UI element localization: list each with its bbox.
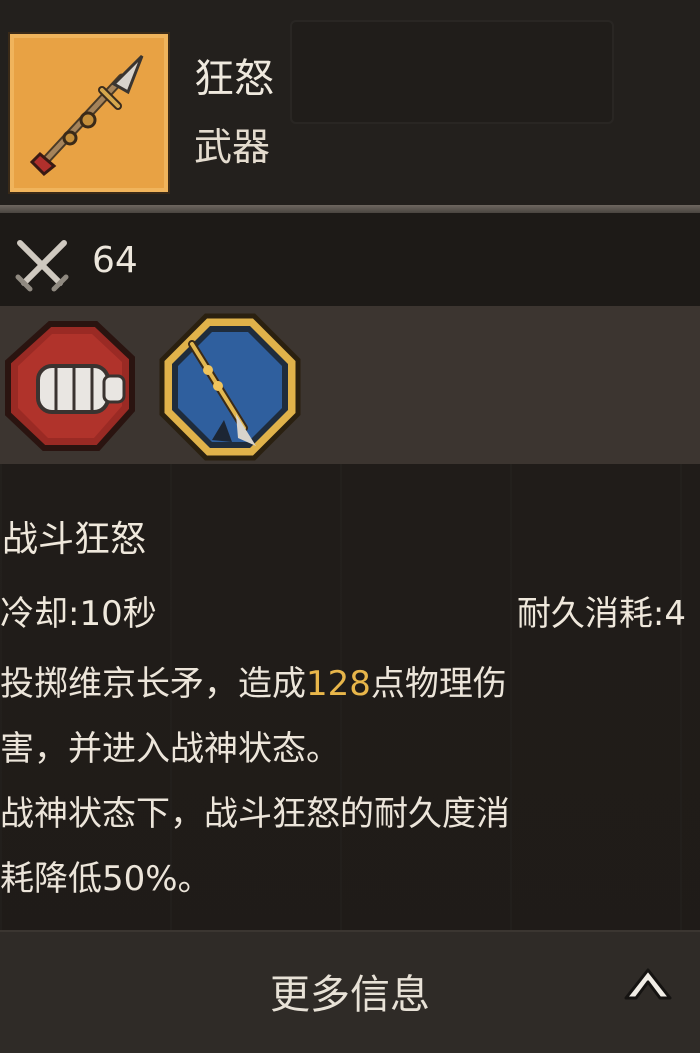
spear-icon — [29, 54, 144, 177]
crossed-swords-icon — [15, 240, 69, 292]
fist-skill-icon[interactable] — [0, 318, 140, 458]
item-type: 武器 — [194, 125, 271, 169]
damage-value: 128 — [306, 664, 371, 704]
item-icon-frame — [10, 34, 168, 192]
skill-name: 战斗狂怒 — [2, 519, 147, 560]
header-divider — [0, 205, 700, 213]
item-name: 狂怒 — [194, 56, 274, 102]
background-slot — [290, 20, 614, 124]
skill-description: 投掷维京长矛，造成128点物理伤 害，并进入战神状态。 战神状态下，战斗狂怒的耐… — [0, 652, 690, 912]
description-line-1: 投掷维京长矛，造成128点物理伤 — [0, 652, 690, 717]
description-line-3: 战神状态下，战斗狂怒的耐久度消 — [0, 794, 510, 834]
chevron-up-icon[interactable] — [622, 960, 674, 1004]
description-line-4: 耗降低50%。 — [0, 859, 212, 899]
attack-value: 64 — [92, 240, 138, 281]
skill-durability-cost: 耐久消耗:4 — [516, 594, 686, 634]
more-info-button[interactable]: 更多信息 — [0, 930, 700, 1051]
description-text: 投掷维京长矛，造成 — [0, 664, 306, 704]
skill-cooldown: 冷却:10秒 — [0, 594, 157, 634]
spear-skill-icon[interactable] — [152, 310, 308, 466]
description-line-2: 害，并进入战神状态。 — [0, 729, 340, 769]
description-text: 点物理伤 — [370, 664, 507, 704]
